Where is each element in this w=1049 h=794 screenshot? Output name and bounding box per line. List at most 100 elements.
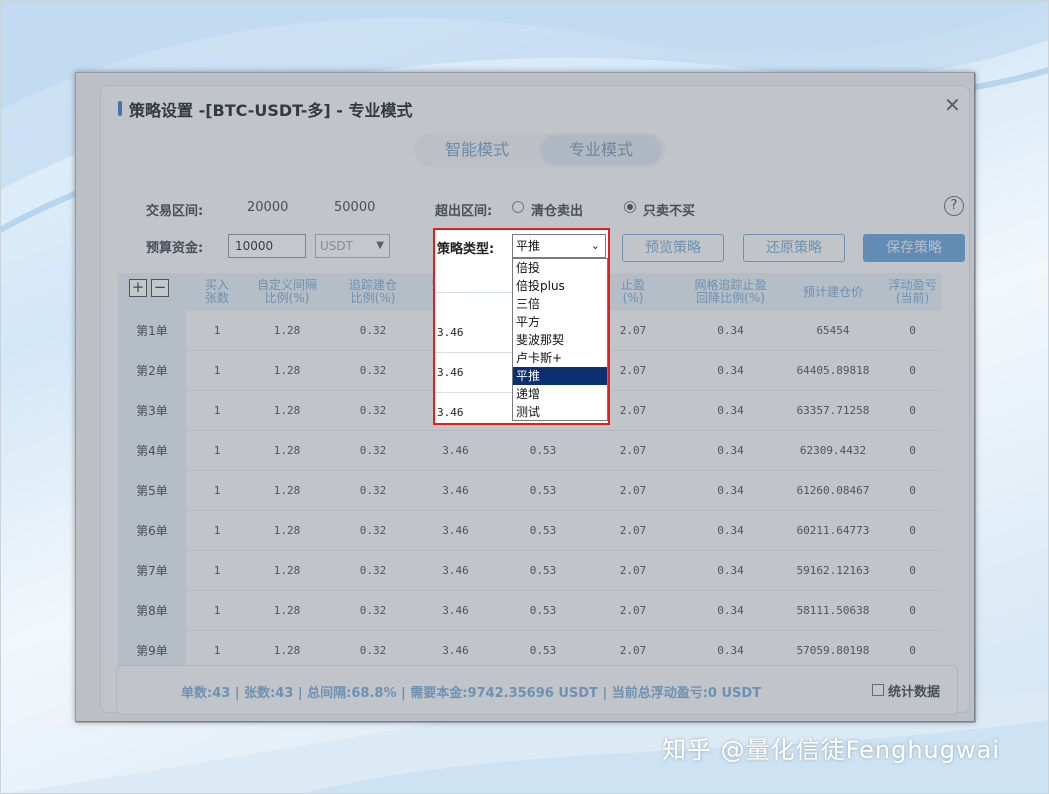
add-row-icon[interactable]: + <box>129 279 147 297</box>
divider <box>435 352 512 353</box>
cell-floating-pnl: 0 <box>909 604 916 617</box>
table-row: 第5单 1 1.28 0.32 3.46 0.53 2.07 0.34 61260.08467 0 <box>118 471 942 511</box>
cell-est-price: 65454 <box>816 324 850 337</box>
dropdown-option[interactable]: 卢卡斯+ <box>513 349 607 367</box>
row-label: 第1单 <box>118 311 186 351</box>
table-row: 第6单 1 1.28 0.32 3.46 0.53 2.07 0.34 60211.64773 0 <box>118 511 942 551</box>
cell-est-price: 59162.12163 <box>796 564 870 577</box>
cell-buy-qty: 1 <box>213 484 221 497</box>
dropdown-option[interactable]: 递增 <box>513 385 607 403</box>
radio-clear-sell-label: 清仓卖出 <box>531 204 584 219</box>
cell-custom-interval: 1.28 <box>273 564 301 577</box>
strategy-type-label: 策略类型: <box>437 242 495 257</box>
table-row: 第8单 1 1.28 0.32 3.46 0.53 2.07 0.34 58111.50638 0 <box>118 591 942 631</box>
cell-est-price: 60211.64773 <box>796 524 870 537</box>
strategy-type-value: 平推 <box>516 239 541 253</box>
col-grid-trail-tp: 网格追踪止盈 回降比例(%) <box>694 278 767 305</box>
cell-trail-drawback: 0.53 <box>529 484 557 497</box>
cell-floating-pnl: 0 <box>909 324 916 337</box>
cell-floating-pnl: 0 <box>909 404 916 417</box>
row-label: 第6单 <box>118 511 186 551</box>
row-label: 第3单 <box>118 391 186 431</box>
cell-est-price: 62309.4432 <box>799 444 867 457</box>
range-high: 50000 <box>334 200 376 215</box>
cell-grid-trail-tp: 0.34 <box>717 444 744 457</box>
cell-buy-qty: 1 <box>213 404 221 417</box>
save-strategy-button[interactable]: 保存策略 <box>863 234 965 262</box>
cell-trail-entry: 0.32 <box>359 564 387 577</box>
cell-est-price: 64405.89818 <box>796 364 870 377</box>
col-floating-pnl: 浮动盈亏 (当前) <box>888 278 937 305</box>
cell-buy-qty: 1 <box>213 604 221 617</box>
budget-label: 预算资金: <box>146 241 204 256</box>
cell-custom-interval: 1.28 <box>273 604 301 617</box>
divider <box>435 292 512 293</box>
cell-overall-tp: 3.46 <box>442 604 469 617</box>
dropdown-option[interactable]: 倍投plus <box>513 277 607 295</box>
cell-floating-pnl: 0 <box>909 444 916 457</box>
strategy-type-select[interactable]: 平推 ⌄ <box>512 234 606 258</box>
help-icon[interactable]: ? <box>944 196 964 216</box>
cell-overall-tp-row2: 3.46 <box>437 366 464 379</box>
currency-value: USDT <box>320 239 353 253</box>
dropdown-option[interactable]: 斐波那契 <box>513 331 607 349</box>
cell-floating-pnl: 0 <box>909 364 916 377</box>
summary-footer: 单数:43 | 张数:43 | 总间隔:68.8% | 需要本金:9742.35… <box>116 665 958 715</box>
budget-input[interactable]: 10000 <box>228 234 306 258</box>
strategy-type-dropdown: 倍投 倍投plus 三倍 平方 斐波那契 卢卡斯+ 平推 递增 测试 <box>512 258 608 421</box>
strategy-type-highlight: 策略类型: 平推 ⌄ 3.46 3.46 3.46 倍投 倍投plus 三倍 平方 斐波… <box>433 228 610 425</box>
cell-buy-qty: 1 <box>213 444 221 457</box>
cell-floating-pnl: 0 <box>909 484 916 497</box>
dropdown-option[interactable]: 三倍 <box>513 295 607 313</box>
stats-checkbox[interactable] <box>872 684 884 696</box>
tab-smart-mode[interactable]: 智能模式 <box>416 135 538 165</box>
cell-tp: 2.07 <box>619 604 647 617</box>
cell-grid-trail-tp: 0.34 <box>717 524 744 537</box>
dropdown-option[interactable]: 平方 <box>513 313 607 331</box>
cell-floating-pnl: 0 <box>909 524 916 537</box>
cell-trail-entry: 0.32 <box>359 484 387 497</box>
cell-grid-trail-tp: 0.34 <box>717 364 744 377</box>
cell-overall-tp: 3.46 <box>442 524 469 537</box>
chevron-down-icon: ▼ <box>376 240 384 251</box>
range-label: 交易区间: <box>146 204 204 219</box>
stats-checkbox-label: 统计数据 <box>888 685 941 700</box>
table-row: 第7单 1 1.28 0.32 3.46 0.53 2.07 0.34 59162.12163 0 <box>118 551 942 591</box>
cell-trail-entry: 0.32 <box>359 324 387 337</box>
cell-tp: 2.07 <box>619 564 647 577</box>
table-row: 第4单 1 1.28 0.32 3.46 0.53 2.07 0.34 62309.4432 0 <box>118 431 942 471</box>
currency-select[interactable]: USDT ▼ <box>315 234 390 258</box>
cell-grid-trail-tp: 0.34 <box>717 324 744 337</box>
cell-trail-drawback: 0.53 <box>529 444 557 457</box>
cell-overall-tp: 3.46 <box>442 564 469 577</box>
radio-sell-only[interactable] <box>624 201 636 213</box>
close-icon[interactable]: ✕ <box>944 93 961 117</box>
cell-buy-qty: 1 <box>213 524 221 537</box>
row-label: 第5单 <box>118 471 186 511</box>
range-low: 20000 <box>247 200 289 215</box>
cell-buy-qty: 1 <box>213 324 221 337</box>
cell-trail-entry: 0.32 <box>359 604 387 617</box>
cell-custom-interval: 1.28 <box>273 364 301 377</box>
cell-buy-qty: 1 <box>213 564 221 577</box>
reset-strategy-button[interactable]: 还原策略 <box>743 234 845 262</box>
cell-grid-trail-tp: 0.34 <box>717 564 744 577</box>
remove-row-icon[interactable]: − <box>151 279 169 297</box>
dropdown-option[interactable]: 平推 <box>513 367 607 385</box>
cell-custom-interval: 1.28 <box>273 444 301 457</box>
dropdown-option[interactable]: 测试 <box>513 403 607 421</box>
cell-trail-drawback: 0.53 <box>529 604 557 617</box>
radio-clear-sell[interactable] <box>512 201 524 213</box>
radio-sell-only-label: 只卖不买 <box>643 204 696 219</box>
cell-trail-drawback: 0.53 <box>529 564 557 577</box>
cell-overall-tp-row3: 3.46 <box>437 406 464 419</box>
col-est-price: 预计建仓价 <box>802 285 863 299</box>
tab-pro-mode[interactable]: 专业模式 <box>540 135 662 165</box>
cell-floating-pnl: 0 <box>909 564 916 577</box>
row-label: 第7单 <box>118 551 186 591</box>
cell-trail-entry: 0.32 <box>359 524 387 537</box>
col-trail-entry: 追踪建仓 比例(%) <box>348 278 397 305</box>
cell-overall-tp: 3.46 <box>442 484 469 497</box>
preview-strategy-button[interactable]: 预览策略 <box>622 234 724 262</box>
dropdown-option[interactable]: 倍投 <box>513 259 607 277</box>
